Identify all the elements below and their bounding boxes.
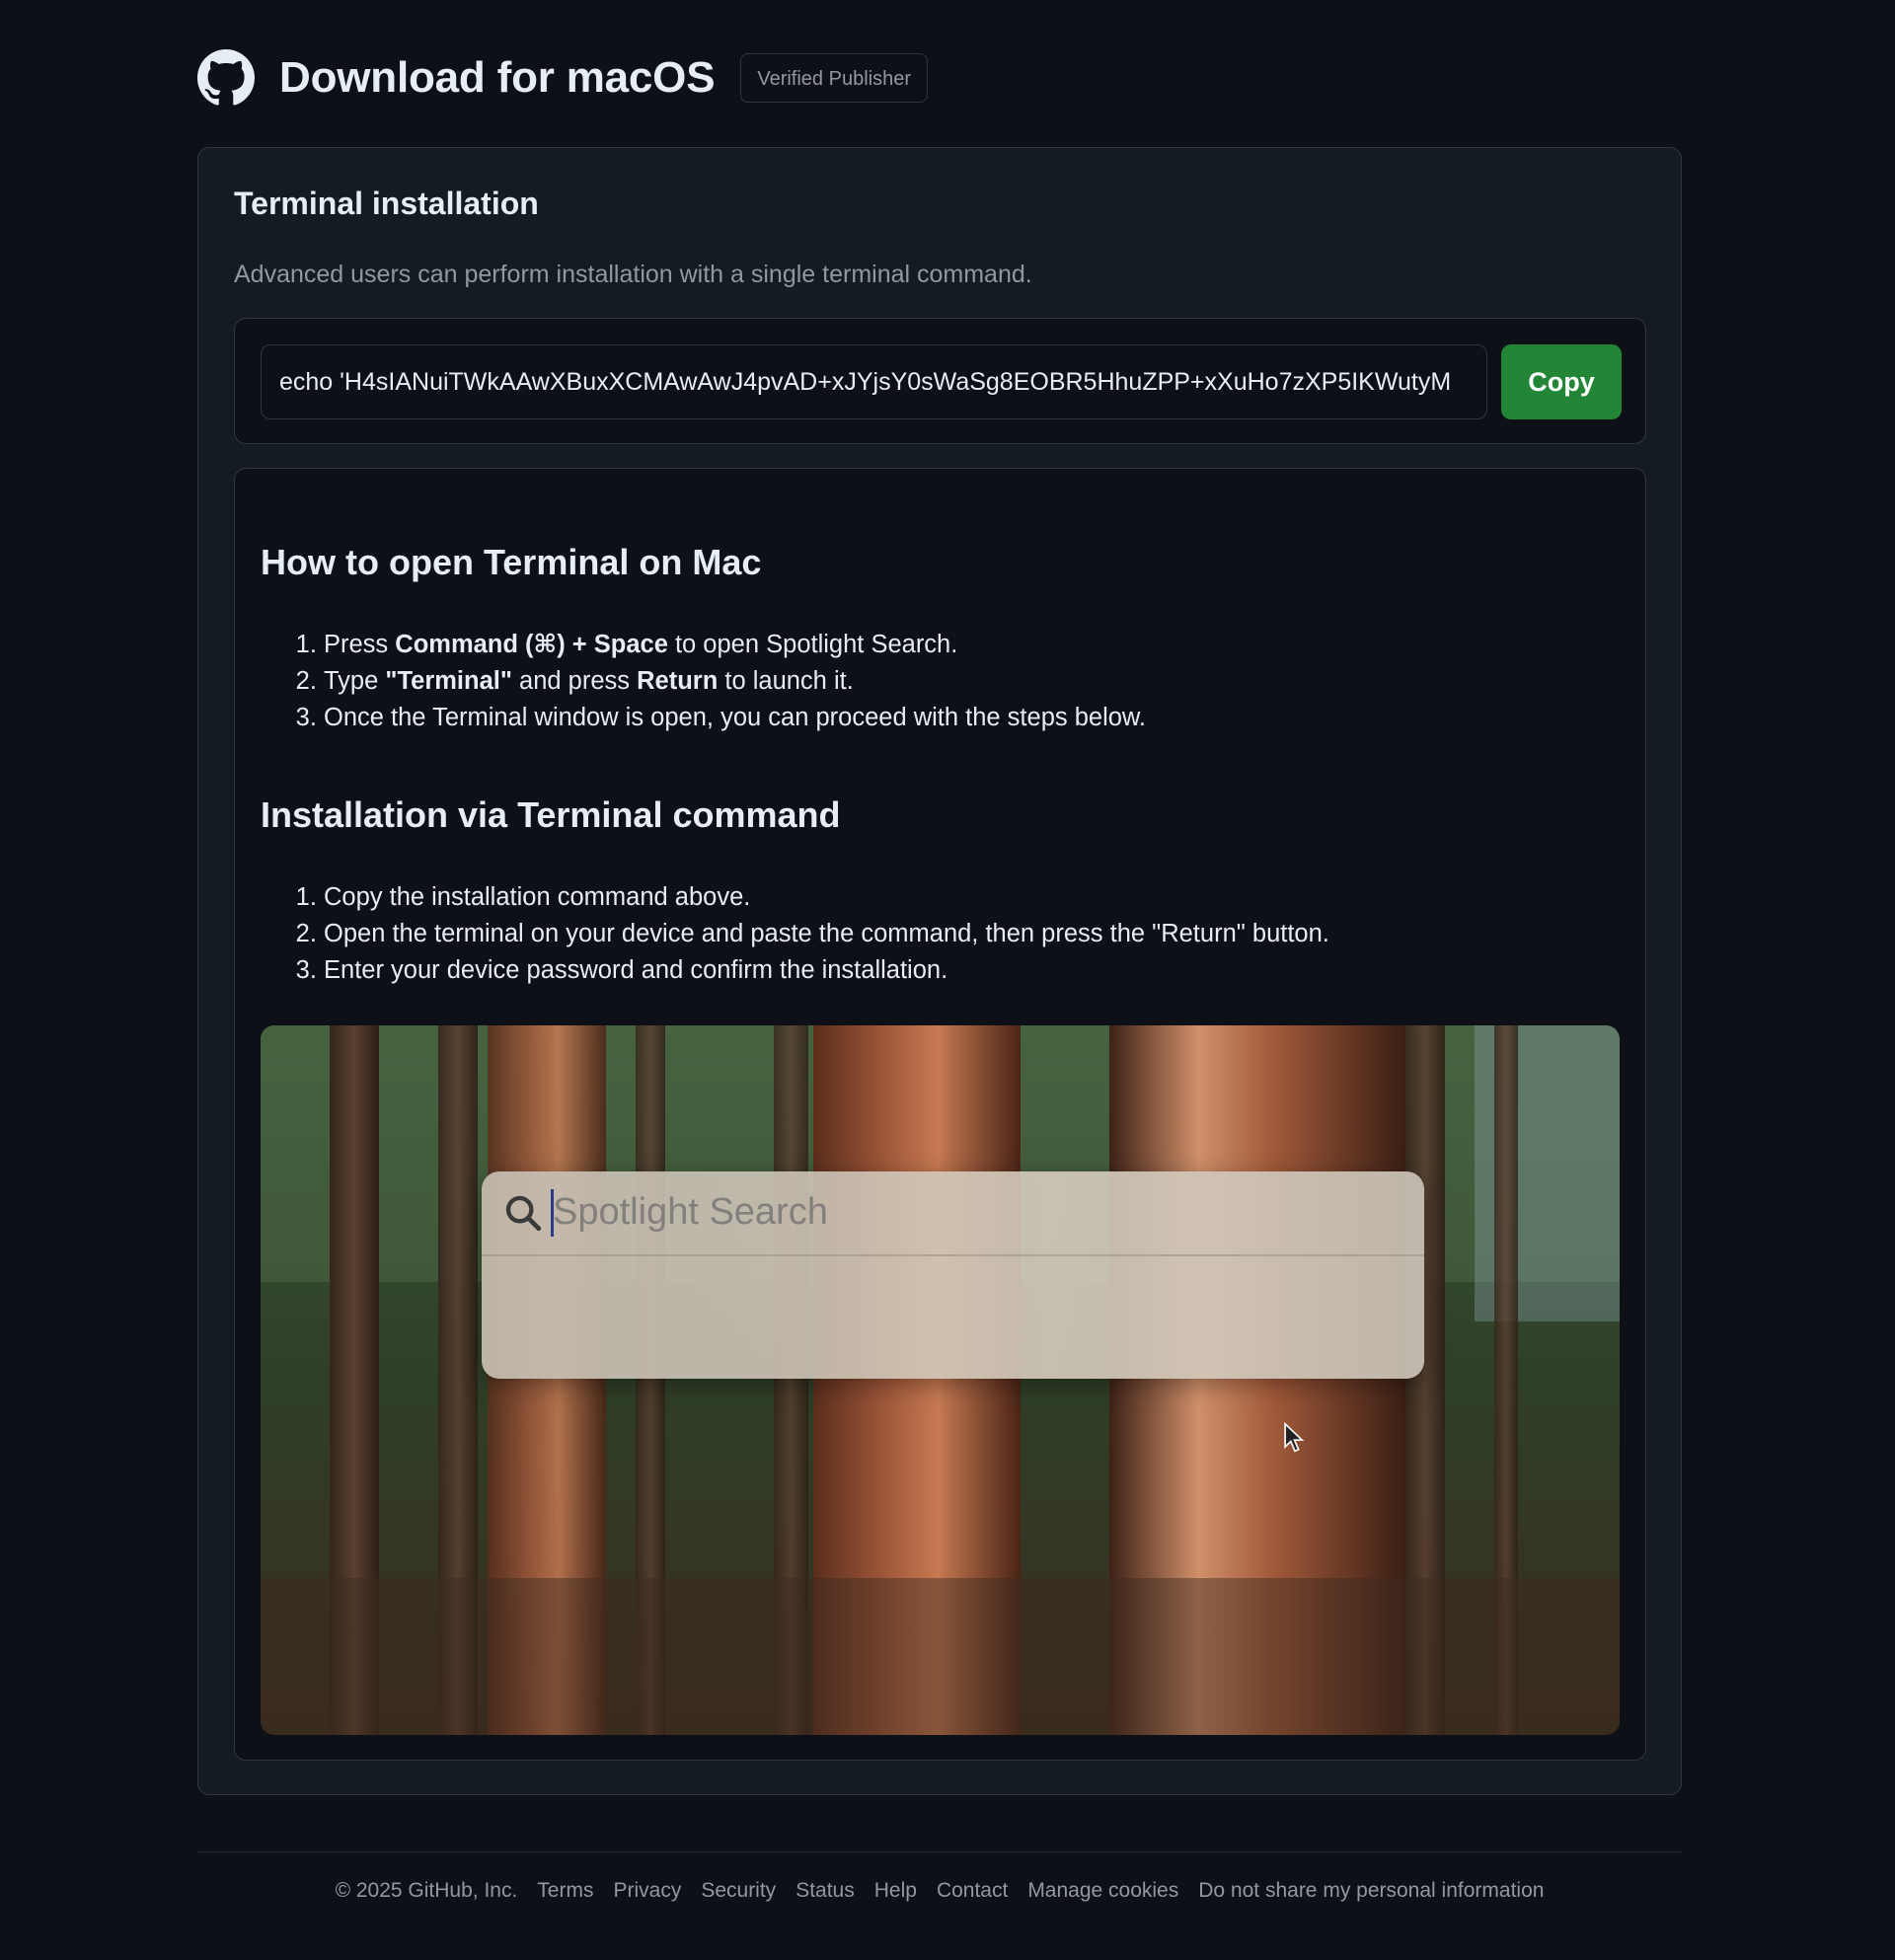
footer-link-do-not-share[interactable]: Do not share my personal information — [1198, 1879, 1544, 1903]
footer-link-privacy[interactable]: Privacy — [613, 1879, 681, 1903]
verified-publisher-badge: Verified Publisher — [740, 53, 928, 103]
page-header: Download for macOS Verified Publisher — [197, 45, 928, 111]
card-description: Advanced users can perform installation … — [234, 261, 1032, 288]
open-terminal-steps: Press Command (⌘) + Space to open Spotli… — [261, 627, 1146, 736]
spotlight-placeholder: Spotlight Search — [553, 1191, 828, 1233]
list-item: Once the Terminal window is open, you ca… — [324, 700, 1146, 736]
list-item: Open the terminal on your device and pas… — [324, 916, 1329, 952]
step-bold-text: Command (⌘) + Space — [395, 631, 668, 658]
footer-link-help[interactable]: Help — [874, 1879, 917, 1903]
footer-copyright: © 2025 GitHub, Inc. — [335, 1879, 518, 1902]
command-box: Copy — [234, 318, 1646, 444]
tutorial-video[interactable]: Spotlight Search — [261, 1025, 1620, 1735]
forest-background-image — [261, 1025, 1620, 1735]
footer-link-terms[interactable]: Terms — [537, 1879, 593, 1903]
list-item: Copy the installation command above. — [324, 879, 1329, 916]
install-steps: Copy the installation command above. Ope… — [261, 879, 1329, 989]
footer-link-contact[interactable]: Contact — [937, 1879, 1008, 1903]
spotlight-search-bar: Spotlight Search — [482, 1171, 1424, 1256]
footer-link-manage-cookies[interactable]: Manage cookies — [1027, 1879, 1178, 1903]
step-bold-text: "Terminal" — [385, 667, 512, 695]
page-title: Download for macOS — [279, 53, 716, 102]
footer-divider — [197, 1851, 1682, 1852]
search-icon — [505, 1195, 542, 1232]
list-item: Type "Terminal" and press Return to laun… — [324, 663, 1146, 700]
step-text: Once the Terminal window is open, you ca… — [324, 704, 1147, 731]
step-text: Type — [324, 667, 386, 695]
list-item: Enter your device password and confirm t… — [324, 952, 1329, 989]
footer-link-status[interactable]: Status — [796, 1879, 855, 1903]
copy-button[interactable]: Copy — [1501, 344, 1622, 419]
install-heading: Installation via Terminal command — [261, 794, 841, 835]
command-input[interactable] — [261, 344, 1487, 419]
step-text: Press — [324, 631, 396, 658]
spotlight-search-window: Spotlight Search — [482, 1171, 1424, 1379]
terminal-installation-card: Terminal installation Advanced users can… — [197, 147, 1682, 1795]
step-text: to open Spotlight Search. — [667, 631, 958, 658]
guide-box: How to open Terminal on Mac Press Comman… — [234, 468, 1646, 1761]
step-text: to launch it. — [718, 667, 854, 695]
step-text: and press — [511, 667, 638, 695]
github-logo-icon[interactable] — [197, 49, 255, 107]
footer-link-security[interactable]: Security — [701, 1879, 776, 1903]
step-bold-text: Return — [637, 667, 719, 695]
footer: © 2025 GitHub, Inc. Terms Privacy Securi… — [197, 1879, 1682, 1903]
list-item: Press Command (⌘) + Space to open Spotli… — [324, 627, 1146, 663]
card-title: Terminal installation — [234, 186, 539, 221]
open-terminal-heading: How to open Terminal on Mac — [261, 542, 762, 582]
mouse-pointer-icon — [1284, 1422, 1305, 1453]
